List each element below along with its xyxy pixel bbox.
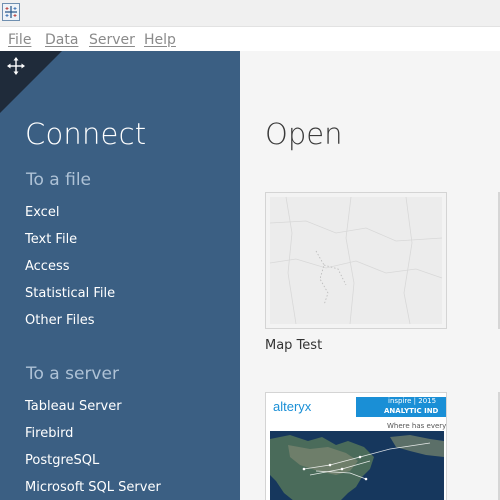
workbook-thumbnail-alteryx[interactable]: alteryx inspire | 2015 ANALYTIC IND Wher… [265, 392, 447, 500]
to-a-server-heading: To a server [26, 364, 119, 384]
connect-access-link[interactable]: Access [25, 259, 70, 274]
connect-postgresql-link[interactable]: PostgreSQL [25, 453, 99, 468]
map-subtitle: Where has everyo [387, 422, 447, 430]
menu-help[interactable]: Help [144, 32, 176, 48]
connect-firebird-link[interactable]: Firebird [25, 426, 73, 441]
menu-data[interactable]: Data [45, 32, 78, 48]
alteryx-map-image [270, 431, 444, 500]
open-pane: Open Map Test alteryx inspire | 2015 ANA… [240, 51, 500, 500]
title-bar [0, 0, 500, 26]
open-title: Open [265, 117, 343, 151]
move-cursor-icon [7, 57, 25, 75]
connect-pane: Connect To a file Excel Text File Access… [0, 51, 240, 500]
alteryx-banner: inspire | 2015 ANALYTIC IND [356, 397, 446, 417]
to-a-file-heading: To a file [26, 170, 92, 190]
connect-other-files-link[interactable]: Other Files [25, 313, 95, 328]
connect-tableau-server-link[interactable]: Tableau Server [25, 399, 122, 414]
alteryx-logo: alteryx [273, 399, 312, 414]
connect-sql-server-link[interactable]: Microsoft SQL Server [25, 480, 161, 495]
menu-bar: File Data Server Help [0, 26, 500, 52]
map-thumbnail-image [266, 193, 446, 328]
workbook-label-map-test[interactable]: Map Test [265, 338, 322, 353]
menu-file[interactable]: File [8, 32, 31, 48]
banner-main-text: ANALYTIC IND [384, 407, 439, 415]
tableau-logo-icon [2, 3, 20, 21]
connect-text-file-link[interactable]: Text File [25, 232, 77, 247]
menu-server[interactable]: Server [89, 32, 135, 48]
banner-top-text: inspire | 2015 [388, 397, 437, 405]
connect-excel-link[interactable]: Excel [25, 205, 59, 220]
connect-statistical-file-link[interactable]: Statistical File [25, 286, 115, 301]
connect-title: Connect [25, 117, 147, 151]
workbook-thumbnail-map-test[interactable] [265, 192, 447, 329]
